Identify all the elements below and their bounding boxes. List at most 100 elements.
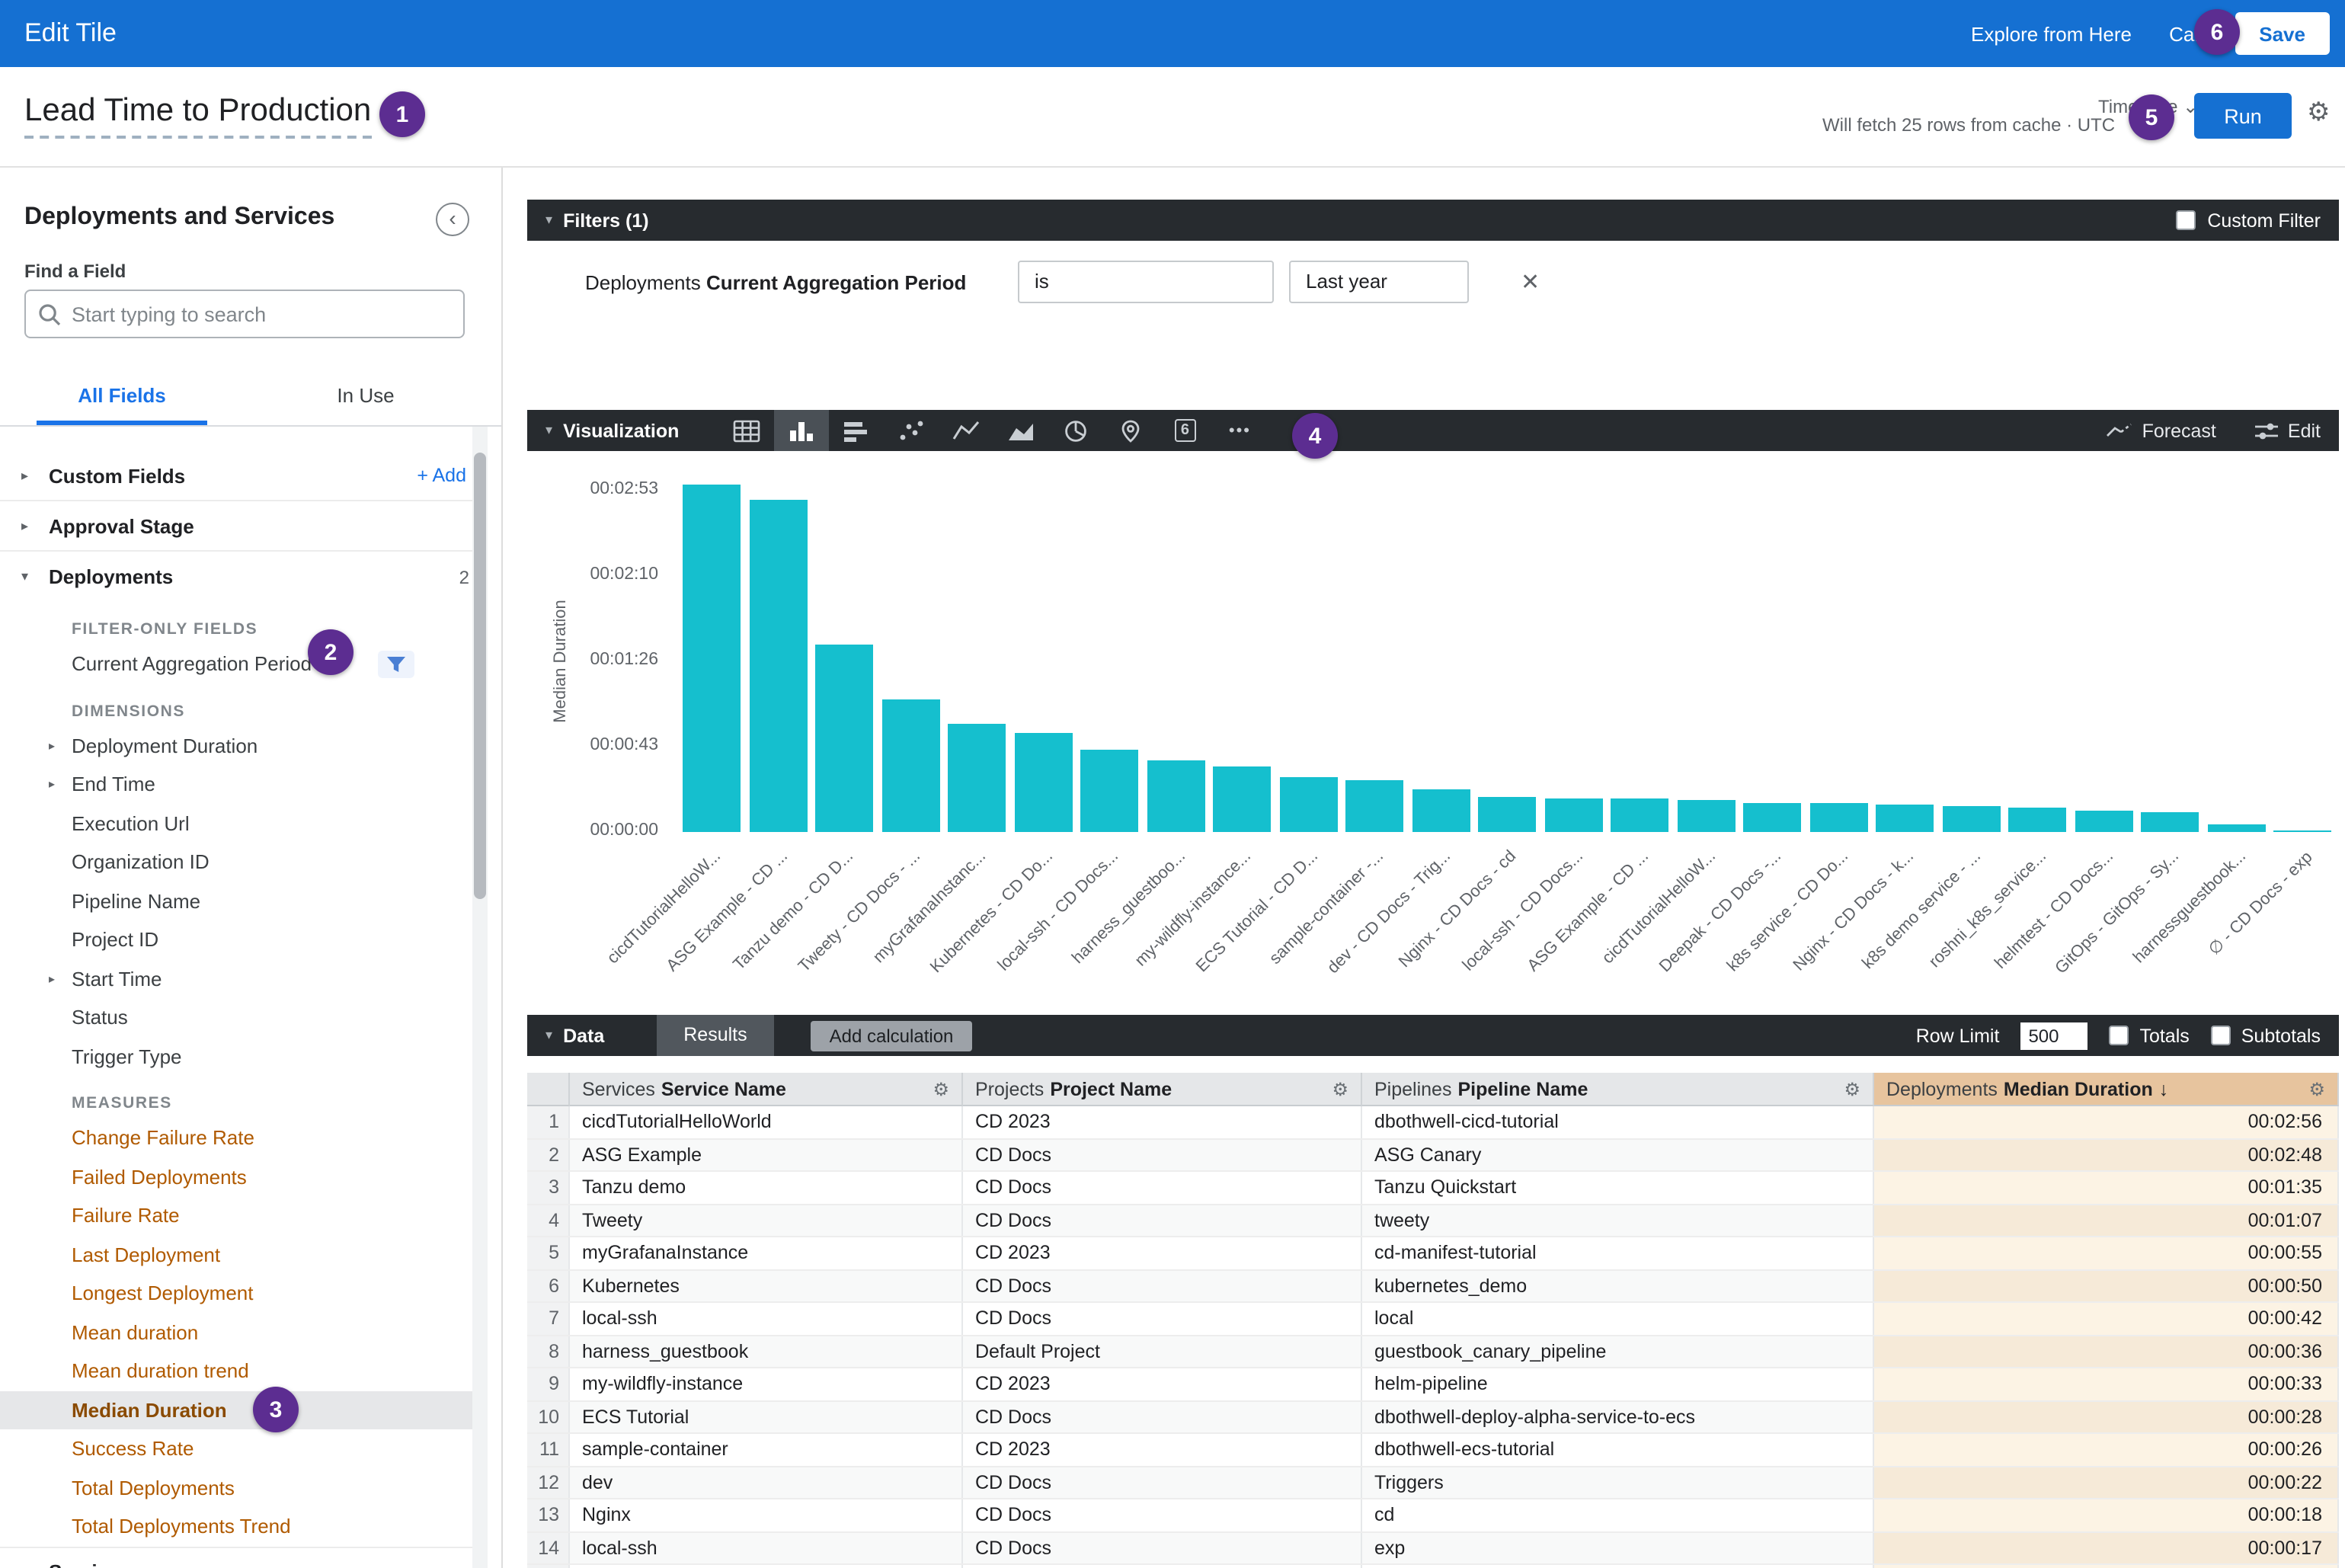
table-cell[interactable]: 00:01:35 xyxy=(1874,1172,2339,1203)
field-organization-id[interactable]: Organization ID xyxy=(0,843,472,882)
search-input[interactable] xyxy=(72,302,451,325)
gear-icon[interactable]: ⚙ xyxy=(2308,1078,2325,1099)
table-cell[interactable]: ASG Rolling xyxy=(1362,1565,1874,1568)
table-cell[interactable]: CD Docs xyxy=(963,1565,1362,1568)
chart-bar[interactable] xyxy=(881,699,939,832)
row-limit-input[interactable] xyxy=(2020,1022,2087,1049)
table-cell[interactable]: cd xyxy=(1362,1499,1874,1531)
table-cell[interactable]: CD Docs xyxy=(963,1532,1362,1563)
custom-filter-checkbox[interactable] xyxy=(2175,210,2195,230)
measure-mean-duration-trend[interactable]: Mean duration trend xyxy=(0,1352,472,1390)
table-cell[interactable]: CD Docs xyxy=(963,1270,1362,1301)
table-cell[interactable]: Nginx xyxy=(570,1499,963,1531)
table-cell[interactable]: 00:00:22 xyxy=(1874,1467,2339,1498)
collapse-sidebar-icon[interactable]: ‹ xyxy=(436,203,469,236)
table-cell[interactable]: 00:00:17 xyxy=(1874,1532,2339,1563)
table-cell[interactable]: local-ssh xyxy=(570,1532,963,1563)
table-cell[interactable]: cd-manifest-tutorial xyxy=(1362,1237,1874,1269)
collapse-caret-icon[interactable]: ▾ xyxy=(545,212,552,229)
table-cell[interactable]: Tweety xyxy=(570,1205,963,1236)
save-button[interactable]: Save xyxy=(2235,12,2330,55)
measure-failure-rate[interactable]: Failure Rate xyxy=(0,1196,472,1235)
bar-chart-viz-icon[interactable] xyxy=(828,410,883,451)
run-button[interactable]: Run xyxy=(2194,93,2292,139)
chart-bar[interactable] xyxy=(1147,761,1204,832)
column-header-median-duration[interactable]: DeploymentsMedian Duration↓⚙ xyxy=(1874,1073,2339,1106)
table-cell[interactable]: 00:00:26 xyxy=(1874,1434,2339,1465)
table-cell[interactable]: local-ssh xyxy=(570,1303,963,1334)
table-cell[interactable]: CD 2023 xyxy=(963,1106,1362,1138)
chart-bar[interactable] xyxy=(1876,805,1934,832)
chart-bar[interactable] xyxy=(1809,802,1867,832)
scrollbar-thumb[interactable] xyxy=(474,453,486,899)
table-cell[interactable]: 00:02:48 xyxy=(1874,1139,2339,1170)
gear-icon[interactable]: ⚙ xyxy=(1844,1078,1860,1099)
gear-icon[interactable]: ⚙ xyxy=(1332,1078,1348,1099)
table-cell[interactable]: harness_guestbook xyxy=(570,1336,963,1367)
field-status[interactable]: Status xyxy=(0,998,472,1037)
measure-median-duration[interactable]: Median Duration xyxy=(0,1390,472,1429)
field-search[interactable] xyxy=(24,290,465,338)
table-cell[interactable]: kubernetes_demo xyxy=(1362,1270,1874,1301)
table-cell[interactable]: 00:00:33 xyxy=(1874,1368,2339,1400)
more-viz-options-icon[interactable]: ••• xyxy=(1212,410,1267,451)
measure-last-deployment[interactable]: Last Deployment xyxy=(0,1235,472,1274)
filter-operator-select[interactable]: is xyxy=(1018,261,1274,303)
forecast-button[interactable]: Forecast xyxy=(2106,420,2216,441)
table-cell[interactable]: 00:00:50 xyxy=(1874,1270,2339,1301)
area-chart-viz-icon[interactable] xyxy=(993,410,1048,451)
add-custom-field-link[interactable]: + Add xyxy=(417,465,466,486)
table-cell[interactable]: CD Docs xyxy=(963,1303,1362,1334)
single-value-viz-icon[interactable]: 6 xyxy=(1157,410,1212,451)
expand-chevron-icon[interactable]: ▸ xyxy=(49,739,55,753)
chart-bar[interactable] xyxy=(2273,830,2331,832)
chart-bar[interactable] xyxy=(1213,767,1271,832)
table-cell[interactable]: myGrafanaInstance xyxy=(570,1237,963,1269)
table-cell[interactable]: dev xyxy=(570,1467,963,1498)
chart-bar[interactable] xyxy=(1544,798,1602,832)
collapse-caret-icon[interactable]: ▾ xyxy=(545,1027,552,1044)
column-chart-viz-icon[interactable] xyxy=(773,410,828,451)
sidebar-scrollbar[interactable] xyxy=(472,427,488,1568)
chart-bar[interactable] xyxy=(749,501,807,832)
filter-icon[interactable] xyxy=(378,651,414,678)
group-deployments[interactable]: ▾ Deployments 2 xyxy=(0,552,472,602)
table-cell[interactable]: 00:00:28 xyxy=(1874,1401,2339,1432)
table-cell[interactable]: CD Docs xyxy=(963,1172,1362,1203)
chart-bar[interactable] xyxy=(2141,812,2199,832)
column-header-service-name[interactable]: ServicesService Name⚙ xyxy=(570,1073,963,1106)
table-cell[interactable]: 00:00:17 xyxy=(1874,1565,2339,1568)
field-current-aggregation-period[interactable]: Current Aggregation Period xyxy=(0,645,472,683)
field-pipeline-name[interactable]: Pipeline Name xyxy=(0,882,472,920)
measure-failed-deployments[interactable]: Failed Deployments xyxy=(0,1157,472,1196)
measure-mean-duration[interactable]: Mean duration xyxy=(0,1313,472,1352)
table-cell[interactable]: CD 2023 xyxy=(963,1237,1362,1269)
collapse-caret-icon[interactable]: ▾ xyxy=(545,422,552,439)
group-custom-fields[interactable]: ▸ Custom Fields + Add xyxy=(0,451,472,501)
table-cell[interactable]: cicdTutorialHelloWorld xyxy=(570,1106,963,1138)
table-cell[interactable]: CD Docs xyxy=(963,1139,1362,1170)
table-cell[interactable]: dbothwell-cicd-tutorial xyxy=(1362,1106,1874,1138)
measure-total-deployments-trend[interactable]: Total Deployments Trend xyxy=(0,1507,472,1546)
line-chart-viz-icon[interactable] xyxy=(938,410,993,451)
map-viz-icon[interactable] xyxy=(1102,410,1157,451)
table-cell[interactable]: 00:00:36 xyxy=(1874,1336,2339,1367)
table-cell[interactable]: dbothwell-ecs-tutorial xyxy=(1362,1434,1874,1465)
chart-bar[interactable] xyxy=(948,724,1006,832)
pie-chart-viz-icon[interactable] xyxy=(1048,410,1102,451)
field-end-time[interactable]: ▸End Time xyxy=(0,765,472,804)
chart-bar[interactable] xyxy=(1345,781,1403,832)
expand-chevron-icon[interactable]: ▸ xyxy=(49,778,55,792)
filter-value-input[interactable]: Last year xyxy=(1289,261,1469,303)
chart-bar[interactable] xyxy=(683,485,741,832)
filters-section-bar[interactable]: ▾ Filters (1) Custom Filter xyxy=(527,200,2339,241)
field-execution-url[interactable]: Execution Url xyxy=(0,804,472,843)
explore-from-here-link[interactable]: Explore from Here xyxy=(1971,23,2132,46)
chart-bar[interactable] xyxy=(1611,798,1668,832)
chart-bar[interactable] xyxy=(2075,811,2132,832)
expand-chevron-icon[interactable]: ▸ xyxy=(49,972,55,986)
column-header-project-name[interactable]: ProjectsProject Name⚙ xyxy=(963,1073,1362,1106)
table-cell[interactable]: 00:00:55 xyxy=(1874,1237,2339,1269)
table-cell[interactable]: ECS Tutorial xyxy=(570,1401,963,1432)
table-cell[interactable]: Tanzu Quickstart xyxy=(1362,1172,1874,1203)
